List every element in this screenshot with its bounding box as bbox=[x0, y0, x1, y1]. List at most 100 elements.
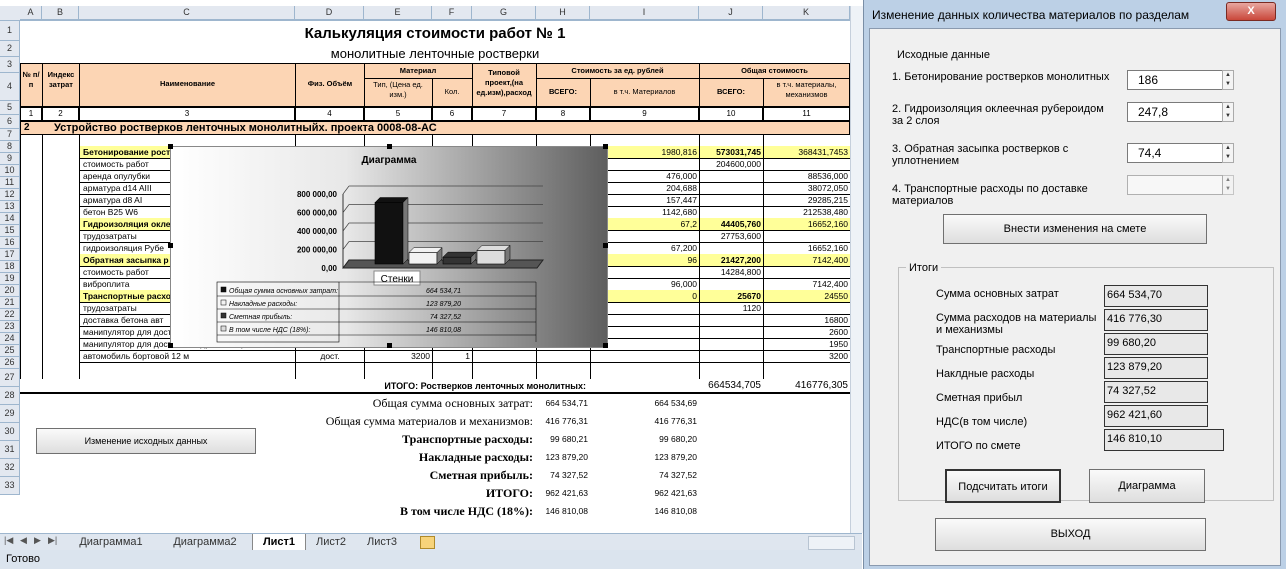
row-header[interactable]: 9 bbox=[0, 153, 20, 165]
column-header[interactable]: K bbox=[763, 6, 850, 20]
row-total: 27753,600 bbox=[720, 231, 761, 241]
tab-sheet1[interactable]: Лист1 bbox=[252, 534, 306, 550]
column-header[interactable]: B bbox=[42, 6, 79, 20]
gridline bbox=[342, 204, 350, 213]
row-header[interactable]: 20 bbox=[0, 285, 20, 297]
row-header[interactable]: 33 bbox=[0, 477, 20, 495]
close-button[interactable]: X bbox=[1226, 2, 1276, 21]
column-number: 5 bbox=[364, 107, 432, 121]
total-label-4: Наклдные расходы bbox=[936, 368, 1035, 380]
horizontal-scrollbar[interactable] bbox=[808, 536, 855, 550]
row-header[interactable]: 32 bbox=[0, 459, 20, 477]
summary-value-check: 416 776,31 bbox=[654, 416, 697, 426]
summary-label: Общая сумма материалов и механизмов: bbox=[325, 414, 533, 428]
chart[interactable]: Диаграмма 800 000,00 600 000,00 400 000,00 2… bbox=[168, 144, 608, 348]
vertical-scrollbar[interactable] bbox=[850, 6, 863, 533]
row-header[interactable]: 3 bbox=[0, 57, 20, 73]
sheet-tabs-bar: |◀ ◀ ▶ ▶| Диаграмма1 Диаграмма2 Лист1 Ли… bbox=[0, 533, 862, 551]
total-value-1: 664 534,70 bbox=[1104, 285, 1208, 307]
column-header[interactable]: E bbox=[364, 6, 432, 20]
exit-button[interactable]: ВЫХОД bbox=[935, 518, 1206, 551]
row-header[interactable]: 8 bbox=[0, 141, 20, 153]
concrete-qty-input[interactable]: 186 bbox=[1127, 70, 1223, 90]
divider bbox=[20, 135, 21, 379]
transport-qty-spinner[interactable]: ▲ ▼ bbox=[1222, 175, 1234, 195]
row-header[interactable]: 13 bbox=[0, 201, 20, 213]
tab-nav-first-icon[interactable]: |◀ bbox=[4, 535, 13, 546]
summary-value: 962 421,63 bbox=[545, 488, 588, 498]
column-header[interactable]: I bbox=[590, 6, 699, 20]
row-header[interactable]: 4 bbox=[0, 73, 20, 101]
row-header[interactable]: 24 bbox=[0, 333, 20, 345]
concrete-qty-spinner[interactable]: ▲ ▼ bbox=[1222, 70, 1234, 90]
spreadsheet[interactable]: ABCDEFGHIJK 1 2 3 4 5 6 7 8 9 10 11 12 13 14 15 16 17 18 1… bbox=[0, 0, 862, 569]
column-header[interactable]: H bbox=[536, 6, 590, 20]
spin-down-icon[interactable]: ▼ bbox=[1223, 112, 1233, 121]
tab-nav-next-icon[interactable]: ▶ bbox=[34, 535, 41, 546]
row-header[interactable]: 28 bbox=[0, 387, 20, 405]
row-header[interactable]: 12 bbox=[0, 189, 20, 201]
chart-button[interactable]: Диаграмма bbox=[1089, 469, 1205, 503]
y-tick-label: 400 000,00 bbox=[297, 227, 338, 236]
spin-up-icon[interactable]: ▲ bbox=[1223, 71, 1233, 80]
divider bbox=[763, 78, 764, 107]
spin-down-icon[interactable]: ▼ bbox=[1223, 80, 1233, 89]
row-header[interactable]: 14 bbox=[0, 213, 20, 225]
row-header[interactable]: 10 bbox=[0, 165, 20, 177]
column-header[interactable]: A bbox=[20, 6, 42, 20]
tab-nav-prev-icon[interactable]: ◀ bbox=[20, 535, 27, 546]
spin-up-icon[interactable]: ▲ bbox=[1223, 176, 1233, 185]
row-header[interactable]: 16 bbox=[0, 237, 20, 249]
spin-up-icon[interactable]: ▲ bbox=[1223, 103, 1233, 112]
calculate-totals-button[interactable]: Подсчитать итоги bbox=[945, 469, 1061, 503]
row-header[interactable]: 23 bbox=[0, 321, 20, 333]
row-header[interactable]: 11 bbox=[0, 177, 20, 189]
row-header[interactable]: 18 bbox=[0, 261, 20, 273]
tab-sheet3[interactable]: Лист3 bbox=[358, 534, 406, 550]
row-header[interactable]: 26 bbox=[0, 357, 20, 369]
row-header[interactable]: 6 bbox=[0, 115, 20, 129]
tab-diagram1[interactable]: Диаграмма1 bbox=[66, 534, 156, 550]
waterproofing-qty-spinner[interactable]: ▲ ▼ bbox=[1222, 102, 1234, 122]
waterproofing-qty-input[interactable]: 247,8 bbox=[1127, 102, 1223, 122]
apply-changes-button[interactable]: Внести изменения на смете bbox=[943, 214, 1207, 244]
row-header[interactable]: 5 bbox=[0, 101, 20, 115]
row-total-material: 38072,050 bbox=[807, 183, 848, 193]
spin-down-icon[interactable]: ▼ bbox=[1223, 185, 1233, 194]
row-header[interactable]: 29 bbox=[0, 405, 20, 423]
row-header[interactable]: 31 bbox=[0, 441, 20, 459]
spin-up-icon[interactable]: ▲ bbox=[1223, 144, 1233, 153]
dialog-window: Изменение данных количества материалов п… bbox=[863, 0, 1286, 569]
summary-label: Сметная прибыль: bbox=[429, 468, 533, 482]
row-header[interactable]: 27 bbox=[0, 369, 20, 387]
row-header[interactable]: 1 bbox=[0, 21, 20, 41]
tab-sheet2[interactable]: Лист2 bbox=[308, 534, 354, 550]
legend-label: Накладные расходы: bbox=[229, 300, 297, 308]
tab-nav-last-icon[interactable]: ▶| bbox=[48, 535, 57, 546]
row-header[interactable]: 22 bbox=[0, 309, 20, 321]
row-header[interactable]: 2 bbox=[0, 41, 20, 57]
transport-qty-input[interactable] bbox=[1127, 175, 1223, 195]
row-header[interactable]: 30 bbox=[0, 423, 20, 441]
tab-diagram2[interactable]: Диаграмма2 bbox=[160, 534, 250, 550]
row-total: 1120 bbox=[742, 303, 761, 313]
row-header[interactable]: 19 bbox=[0, 273, 20, 285]
column-header[interactable]: F bbox=[432, 6, 472, 20]
column-header[interactable]: C bbox=[79, 6, 295, 20]
spin-down-icon[interactable]: ▼ bbox=[1223, 153, 1233, 162]
row-header[interactable]: 7 bbox=[0, 129, 20, 141]
row-header[interactable]: 21 bbox=[0, 297, 20, 309]
total-label-5: Сметная прибыл bbox=[936, 392, 1023, 404]
column-header[interactable]: G bbox=[472, 6, 536, 20]
insert-sheet-icon[interactable] bbox=[420, 536, 435, 549]
column-header[interactable]: D bbox=[295, 6, 364, 20]
row-header[interactable]: 15 bbox=[0, 225, 20, 237]
backfill-qty-spinner[interactable]: ▲ ▼ bbox=[1222, 143, 1234, 163]
column-header[interactable]: J bbox=[699, 6, 763, 20]
summary-value: 416 776,31 bbox=[545, 416, 588, 426]
row-header[interactable]: 17 bbox=[0, 249, 20, 261]
row-header[interactable]: 25 bbox=[0, 345, 20, 357]
backfill-qty-input[interactable]: 74,4 bbox=[1127, 143, 1223, 163]
change-source-data-button[interactable]: Изменение исходных данных bbox=[36, 428, 256, 454]
chart-bar bbox=[374, 202, 404, 265]
